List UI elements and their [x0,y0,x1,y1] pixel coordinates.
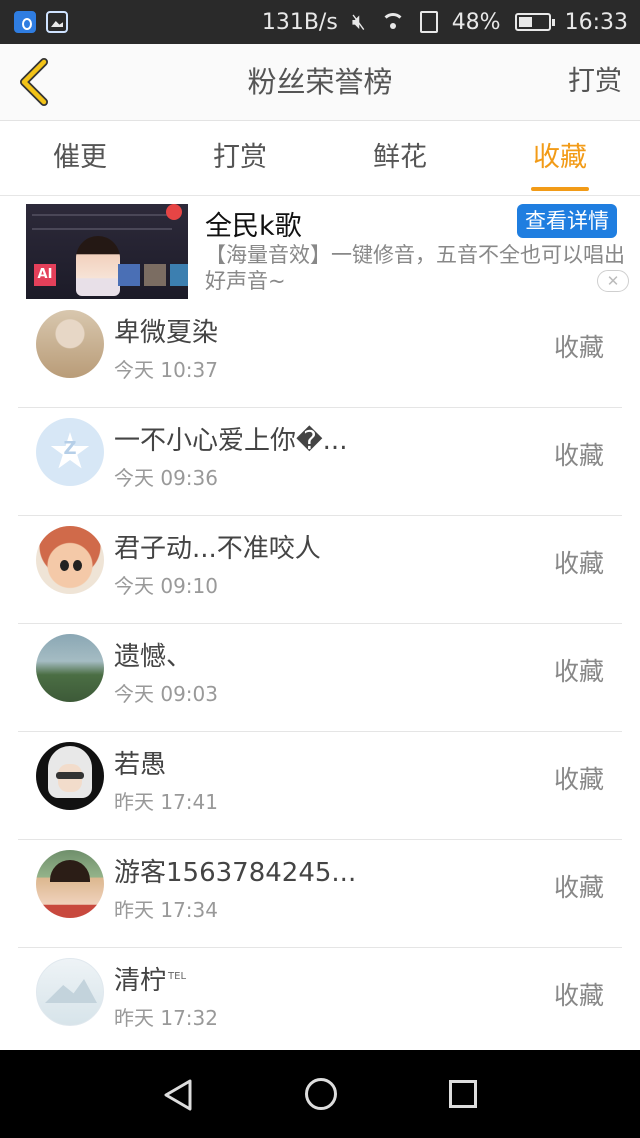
tab-favorites[interactable]: 收藏 [480,121,640,195]
tab-bar: 催更 打赏 鲜花 收藏 [0,121,640,196]
list-item[interactable]: 清柠 TEL 昨天 17:32 收藏 [0,948,640,1056]
ad-title: 全民k歌 [205,211,302,242]
user-name: 若愚 [114,750,167,780]
user-name: 卑微夏染 [114,318,219,348]
user-name: 君子动...不准咬人 [114,534,321,564]
list-item[interactable]: 游客1563784245... 昨天 17:34 收藏 [0,840,640,948]
list-item[interactable]: 君子动...不准咬人 今天 09:10 收藏 [0,516,640,624]
ad-details-button[interactable]: 查看详情 [517,204,617,238]
avatar [36,850,104,918]
action-label: 收藏 [553,333,604,362]
wifi-icon [380,13,406,31]
user-name: 一不小心爱上你�... [114,426,348,456]
navigation-bar [0,1050,640,1138]
header: 粉丝荣誉榜 打赏 [0,44,640,121]
recent-square-icon[interactable] [449,1080,477,1108]
close-icon[interactable]: ✕ [597,270,629,292]
image-icon [46,11,68,33]
avatar [36,310,104,378]
user-name-text: 清柠 [114,966,167,996]
app-notify-icon [14,11,36,33]
timestamp: 昨天 17:32 [114,1006,218,1030]
list-item[interactable]: Z 一不小心爱上你�... 今天 09:36 收藏 [0,408,640,516]
ad-badge-dot [166,204,182,220]
timestamp: 昨天 17:34 [114,898,218,922]
action-label: 收藏 [553,441,604,470]
ad-banner[interactable]: AI 全民k歌 查看详情 【海量音效】一键修音，五音不全也可以唱出好声音~ [0,196,640,300]
timestamp: 今天 09:03 [114,682,218,706]
list-item[interactable]: 遗憾、 今天 09:03 收藏 [0,624,640,732]
battery-icon [514,13,555,31]
avatar [36,526,104,594]
ad-person-image [76,236,120,296]
user-name: 游客1563784245... [114,858,357,888]
avatar [36,958,104,1026]
timestamp: 今天 10:37 [114,358,218,382]
reward-button[interactable]: 打赏 [568,44,622,120]
status-bar: 131B/s 🔇︎ 48% 16:33 [0,0,640,44]
tab-urge[interactable]: 催更 [0,121,160,195]
action-label: 收藏 [553,657,604,686]
tel-badge: TEL [168,971,187,983]
timestamp: 今天 09:36 [114,466,218,490]
sim-icon [419,11,438,33]
avatar [36,742,104,810]
action-label: 收藏 [553,765,604,794]
network-speed: 131B/s [261,9,338,35]
avatar [36,634,104,702]
avatar: Z [36,418,104,486]
clock: 16:33 [564,9,628,35]
timestamp: 昨天 17:41 [114,790,218,814]
favorites-list: 卑微夏染 今天 10:37 收藏 Z 一不小心爱上你�... 今天 09:36 … [0,300,640,1056]
ad-description: 【海量音效】一键修音，五音不全也可以唱出好声音~ [205,243,625,293]
ad-thumbnail: AI [26,204,188,299]
action-label: 收藏 [553,981,604,1010]
battery-fill [518,17,533,27]
page-title: 粉丝荣誉榜 [247,65,393,99]
tab-reward[interactable]: 打赏 [160,121,320,195]
user-name: 遗憾、 [114,642,193,672]
action-label: 收藏 [553,873,604,902]
action-label: 收藏 [553,549,604,578]
user-name: 清柠 TEL [114,960,186,997]
tab-flowers[interactable]: 鲜花 [320,121,480,195]
ad-ai-tag: AI [34,264,56,286]
back-triangle-icon[interactable] [162,1078,194,1112]
timestamp: 今天 09:10 [114,574,218,598]
list-item[interactable]: 卑微夏染 今天 10:37 收藏 [0,300,640,408]
list-item[interactable]: 若愚 昨天 17:41 收藏 [0,732,640,840]
home-circle-icon[interactable] [305,1078,337,1110]
mute-icon: 🔇︎ [351,9,366,35]
battery-percent: 48% [451,9,501,35]
